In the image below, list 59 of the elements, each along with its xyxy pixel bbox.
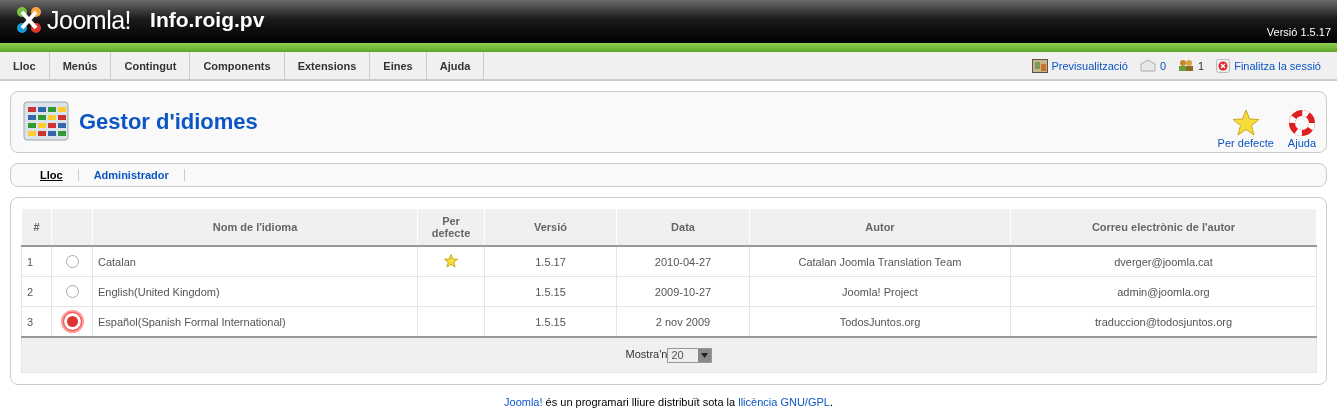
language-name: English(United Kingdom) — [98, 285, 220, 298]
language-name: Catalan — [98, 255, 136, 268]
column-header: Per defecte — [417, 208, 485, 246]
menu-item[interactable]: Lloc — [0, 52, 50, 79]
site-name: Info.roig.pv — [150, 8, 265, 32]
version-cell: 1.5.17 — [535, 255, 566, 268]
author-cell: Joomla! Project — [842, 285, 918, 298]
version-cell: 1.5.15 — [535, 285, 566, 298]
flags-icon — [23, 101, 69, 143]
sub-tab[interactable]: Administrador — [78, 169, 185, 181]
logout-icon — [1216, 58, 1231, 73]
sub-tab[interactable]: Lloc — [25, 169, 79, 181]
column-header: # — [21, 208, 52, 246]
star-icon — [1231, 109, 1260, 137]
version-text: Versió 1.5.17 — [1266, 26, 1331, 38]
menu-item[interactable]: Menús — [49, 52, 112, 79]
row-number: 3 — [27, 315, 34, 328]
author-cell: Catalan Joomla Translation Team — [798, 255, 962, 268]
row-number: 1 — [27, 255, 34, 268]
column-header: Data — [616, 208, 750, 246]
limit-label: Mostra'n — [625, 347, 668, 360]
date-cell: 2009-10-27 — [654, 285, 712, 298]
message-count[interactable]: 0 — [1159, 59, 1167, 72]
preview-link[interactable]: Previsualització — [1051, 59, 1128, 72]
logout-link[interactable]: Finalitza la sessió — [1234, 59, 1321, 72]
logo-icon — [14, 5, 44, 35]
language-name: Español(Spanish Formal International) — [98, 315, 286, 328]
row-number: 2 — [27, 285, 34, 298]
menu-item[interactable]: Extensions — [284, 52, 371, 79]
menu-item[interactable]: Contingut — [111, 52, 191, 79]
menu-item[interactable]: Eines — [370, 52, 427, 79]
users-icon — [1178, 59, 1195, 72]
footer-text: Joomla! és un programari lliure distribuït sota la llicència GNU/GPL. — [503, 396, 834, 408]
license-link[interactable]: llicència GNU/GPL — [738, 396, 830, 408]
date-cell: 2 nov 2009 — [655, 315, 711, 328]
column-header: Autor — [749, 208, 1011, 246]
email-cell: admin@joomla.org — [1117, 285, 1210, 298]
column-header: Correu electrònic de l'autor — [1010, 208, 1317, 246]
radio-button[interactable] — [65, 285, 79, 299]
menu-item[interactable]: Components — [190, 52, 285, 79]
radio-button[interactable] — [65, 255, 79, 269]
menu-item[interactable]: Ajuda — [426, 52, 485, 79]
column-header: Versió — [484, 208, 617, 246]
page-title: Gestor d'idiomes — [79, 109, 258, 135]
user-count: 1 — [1198, 59, 1205, 72]
default-button[interactable]: Per defecte — [1215, 109, 1276, 149]
logo-text: Joomla! — [47, 5, 132, 35]
caret-icon — [701, 352, 709, 358]
column-header: Nom de l'idioma — [92, 208, 418, 246]
joomla-link[interactable]: Joomla! — [504, 396, 543, 408]
version-cell: 1.5.15 — [535, 315, 566, 328]
limit-select[interactable]: 20 — [667, 347, 713, 363]
author-cell: TodosJuntos.org — [839, 315, 921, 328]
date-cell: 2010-04-27 — [654, 255, 712, 268]
email-cell: traduccion@todosjuntos.org — [1094, 315, 1233, 328]
preview-icon — [1031, 58, 1048, 73]
email-cell: dverger@joomla.cat — [1114, 255, 1213, 268]
help-button[interactable]: Ajuda — [1285, 109, 1318, 149]
lifebuoy-icon — [1287, 109, 1316, 137]
